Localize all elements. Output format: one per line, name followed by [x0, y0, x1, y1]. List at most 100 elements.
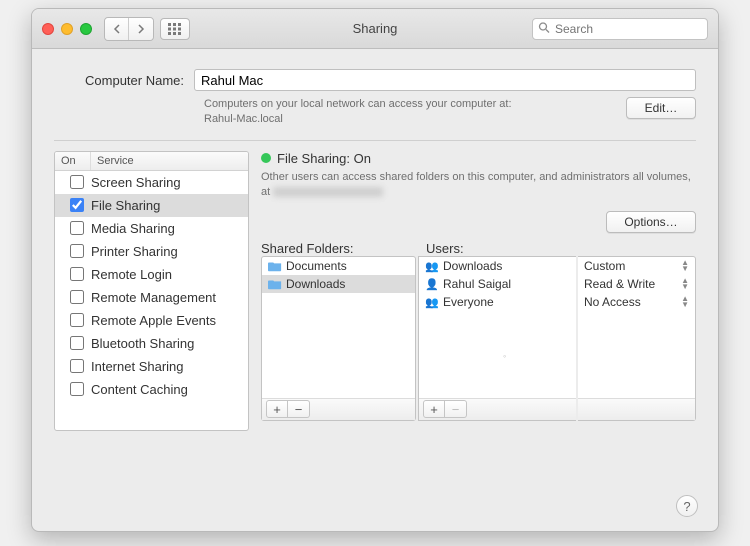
permission-stepper-icon[interactable]: ▲▼: [681, 260, 689, 272]
remove-shared-folder-button[interactable]: −: [288, 400, 310, 418]
service-label: Remote Login: [91, 267, 242, 282]
permission-label: No Access: [584, 295, 641, 309]
shared-folders-footer: + −: [262, 398, 415, 420]
user-row[interactable]: 👥Everyone: [419, 293, 576, 311]
permissions-list[interactable]: Custom ▲▼ Read & Write ▲▼ No Access ▲▼: [578, 257, 695, 398]
service-label: File Sharing: [91, 198, 242, 213]
services-rows: Screen Sharing File Sharing Media Sharing P…: [55, 171, 248, 401]
computer-name-subtext: Computers on your local network can acce…: [204, 97, 614, 128]
users-pane: 👥Downloads👤Rahul Saigal👥Everyone + −: [418, 256, 576, 421]
folder-icon: [268, 260, 282, 272]
service-checkbox[interactable]: [61, 195, 91, 215]
service-row-bluetooth-sharing[interactable]: Bluetooth Sharing: [55, 332, 248, 355]
back-button[interactable]: [105, 18, 129, 40]
service-row-remote-management[interactable]: Remote Management: [55, 286, 248, 309]
status-description: Other users can access shared folders on…: [261, 170, 696, 201]
permission-row[interactable]: Read & Write ▲▼: [578, 275, 695, 293]
service-checkbox[interactable]: [61, 356, 91, 376]
service-label: Remote Management: [91, 290, 242, 305]
service-label: Media Sharing: [91, 221, 242, 236]
subtext-line2: Rahul-Mac.local: [204, 113, 283, 125]
service-label: Bluetooth Sharing: [91, 336, 242, 351]
services-list: On Service Screen Sharing File Sharing Med…: [54, 151, 249, 431]
edit-button[interactable]: Edit…: [626, 97, 696, 119]
status-label: File Sharing: On: [277, 151, 371, 166]
permission-label: Read & Write: [584, 277, 655, 291]
divider-handle-icon[interactable]: ◦: [503, 351, 506, 361]
permission-row[interactable]: No Access ▲▼: [578, 293, 695, 311]
titlebar: Sharing: [32, 9, 718, 49]
columns: On Service Screen Sharing File Sharing Med…: [54, 151, 696, 431]
service-row-content-caching[interactable]: Content Caching: [55, 378, 248, 401]
grid-icon: [168, 23, 182, 35]
redacted-address: [273, 187, 383, 197]
users-list[interactable]: 👥Downloads👤Rahul Saigal👥Everyone: [419, 257, 576, 398]
service-checkbox[interactable]: [61, 218, 91, 238]
shared-folders-pane: Documents Downloads + −: [261, 256, 416, 421]
separator: [54, 140, 696, 141]
service-row-remote-apple-events[interactable]: Remote Apple Events: [55, 309, 248, 332]
services-header: On Service: [55, 152, 248, 171]
users-footer: + −: [419, 398, 576, 420]
users-label: Users:: [426, 241, 696, 256]
col-service-header: Service: [91, 152, 248, 170]
search-input[interactable]: [532, 18, 708, 40]
service-row-remote-login[interactable]: Remote Login: [55, 263, 248, 286]
user-name: Rahul Saigal: [443, 277, 511, 291]
status-row: File Sharing: On: [261, 151, 696, 166]
add-user-button[interactable]: +: [423, 400, 445, 418]
permission-row[interactable]: Custom ▲▼: [578, 257, 695, 275]
service-label: Remote Apple Events: [91, 313, 242, 328]
service-checkbox[interactable]: [61, 241, 91, 261]
sharing-preferences-window: Sharing Computer Name: Computers on your…: [31, 8, 719, 532]
service-checkbox[interactable]: [61, 264, 91, 284]
permission-stepper-icon[interactable]: ▲▼: [681, 278, 689, 290]
shared-folder-row[interactable]: Downloads: [262, 275, 415, 293]
shared-folders-label: Shared Folders:: [261, 241, 416, 256]
show-all-button[interactable]: [160, 18, 190, 40]
close-window-button[interactable]: [42, 23, 54, 35]
permissions-pane: Custom ▲▼ Read & Write ▲▼ No Access ▲▼: [578, 256, 696, 421]
service-row-media-sharing[interactable]: Media Sharing: [55, 217, 248, 240]
help-button[interactable]: ?: [676, 495, 698, 517]
computer-name-row: Computer Name:: [54, 69, 696, 91]
service-row-file-sharing[interactable]: File Sharing: [55, 194, 248, 217]
service-checkbox[interactable]: [61, 310, 91, 330]
remove-user-button[interactable]: −: [445, 400, 467, 418]
user-icon: 👤: [425, 278, 439, 290]
forward-button[interactable]: [129, 18, 153, 40]
service-checkbox[interactable]: [61, 333, 91, 353]
labels-row: Shared Folders: Users:: [261, 241, 696, 256]
detail-pane: File Sharing: On Other users can access …: [261, 151, 696, 431]
service-checkbox[interactable]: [61, 379, 91, 399]
service-row-screen-sharing[interactable]: Screen Sharing: [55, 171, 248, 194]
user-icon: 👥: [425, 296, 439, 308]
add-shared-folder-button[interactable]: +: [266, 400, 288, 418]
computer-name-label: Computer Name:: [54, 73, 194, 88]
folder-name: Documents: [286, 259, 347, 273]
service-checkbox[interactable]: [61, 172, 91, 192]
permission-label: Custom: [584, 259, 625, 273]
multi-panes: DocumentsDownloads + − 👥Downloads👤Rahul …: [261, 256, 696, 421]
user-name: Downloads: [443, 259, 502, 273]
service-row-printer-sharing[interactable]: Printer Sharing: [55, 240, 248, 263]
col-on-header: On: [55, 152, 91, 170]
service-row-internet-sharing[interactable]: Internet Sharing: [55, 355, 248, 378]
minimize-window-button[interactable]: [61, 23, 73, 35]
user-row[interactable]: 👥Downloads: [419, 257, 576, 275]
search-icon: [538, 21, 550, 36]
user-row[interactable]: 👤 Rahul Saigal: [419, 275, 576, 293]
service-checkbox[interactable]: [61, 287, 91, 307]
service-label: Printer Sharing: [91, 244, 242, 259]
permission-stepper-icon[interactable]: ▲▼: [681, 296, 689, 308]
chevron-left-icon: [113, 24, 121, 34]
folder-icon: [268, 278, 282, 290]
search-wrap: [532, 18, 708, 40]
computer-name-input[interactable]: [194, 69, 696, 91]
shared-folders-list[interactable]: Documents Downloads: [262, 257, 415, 398]
shared-folder-row[interactable]: Documents: [262, 257, 415, 275]
zoom-window-button[interactable]: [80, 23, 92, 35]
computer-name-subrow: Computers on your local network can acce…: [54, 97, 696, 128]
pane-body: Computer Name: Computers on your local n…: [32, 49, 718, 449]
options-button[interactable]: Options…: [606, 211, 696, 233]
